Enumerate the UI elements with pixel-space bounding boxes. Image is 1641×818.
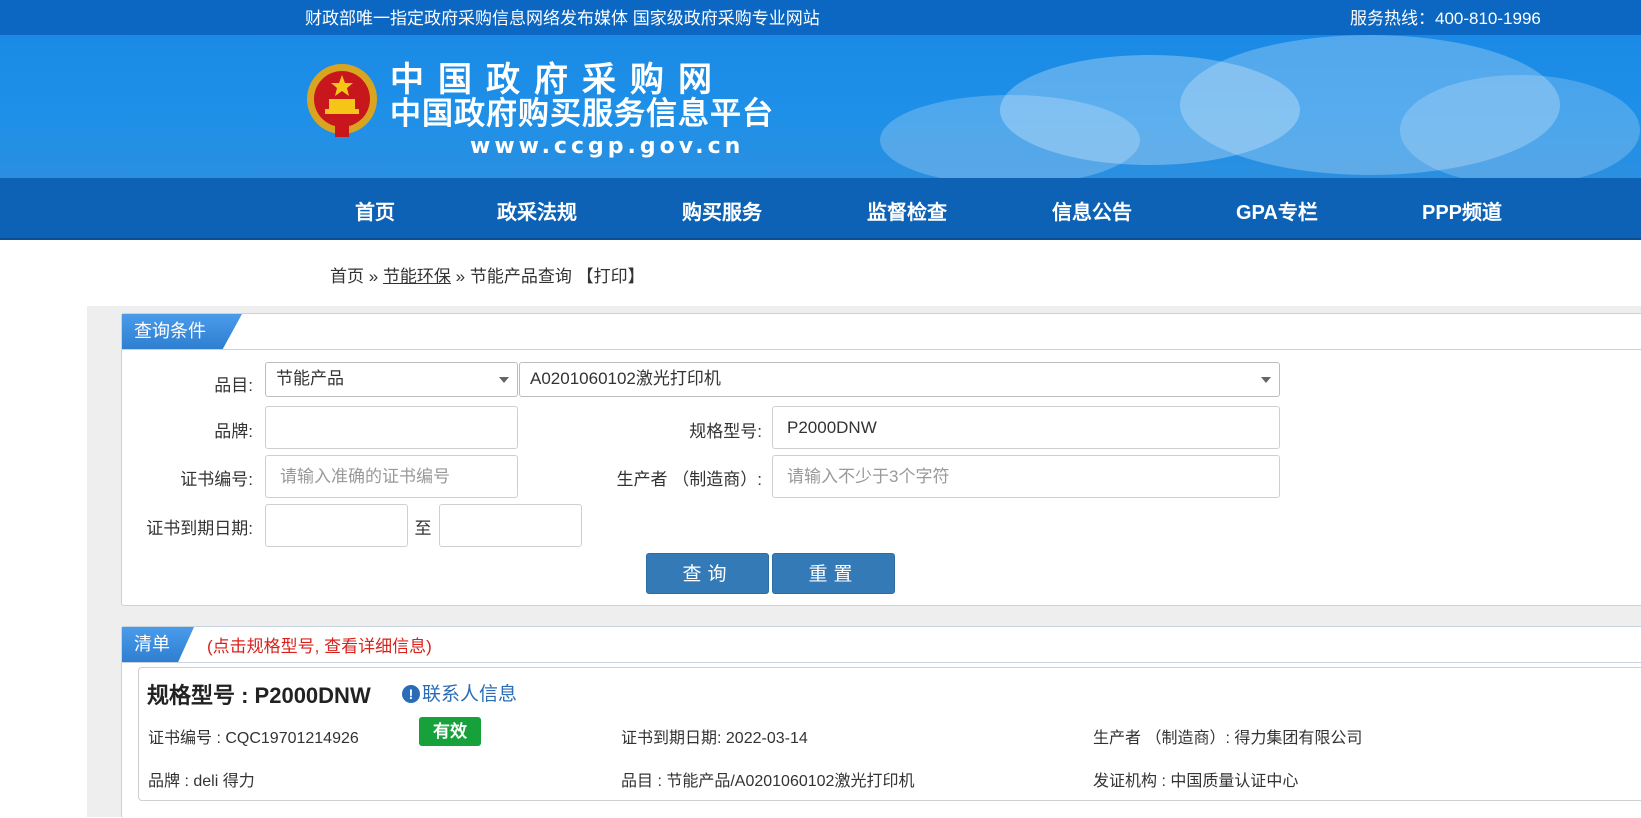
site-title-line2: 中国政府购买服务信息平台 (390, 96, 774, 132)
reset-button[interactable]: 重置 (772, 553, 895, 594)
expiry-start-input[interactable] (265, 504, 408, 547)
site-title: 中国政府采购网 中国政府购买服务信息平台 www.ccgp.gov.cn (390, 63, 774, 158)
category-label: 品目: (214, 376, 253, 395)
result-cert-number: 证书编号 : CQC19701214926 (148, 730, 359, 747)
nav-item-supervision[interactable]: 监督检查 (867, 196, 947, 225)
subcategory-select[interactable]: A0201060102激光打印机 (519, 362, 1280, 397)
national-emblem-icon (305, 61, 379, 139)
service-hotline: 服务热线：400-810-1996 (1350, 9, 1541, 28)
results-hint: (点击规格型号, 查看详细信息) (207, 637, 432, 656)
expiry-end-input[interactable] (439, 504, 582, 547)
query-tab: 查询条件 (122, 314, 242, 349)
breadcrumb: 首页 » 节能环保 » 节能产品查询 【打印】 (330, 262, 645, 287)
date-range-separator: 至 (414, 519, 432, 538)
breadcrumb-section[interactable]: 节能环保 (383, 267, 451, 286)
info-icon: ! (402, 685, 420, 703)
query-panel-header: 查询条件 (122, 314, 1641, 350)
chevron-down-icon (1261, 377, 1271, 383)
nav-item-services[interactable]: 购买服务 (682, 196, 762, 225)
breadcrumb-home[interactable]: 首页 (330, 267, 364, 286)
nav-item-notices[interactable]: 信息公告 (1052, 196, 1132, 225)
manufacturer-label: 生产者 （制造商）: (616, 470, 762, 489)
site-url: www.ccgp.gov.cn (470, 134, 745, 159)
main-nav: 首页 政采法规 购买服务 监督检查 信息公告 GPA专栏 PPP频道 (0, 178, 1641, 240)
chevron-down-icon (499, 377, 509, 383)
contact-info-link[interactable]: ! 联系人信息 (402, 679, 517, 706)
search-button[interactable]: 查询 (646, 553, 769, 594)
category-select[interactable]: 节能产品 (265, 362, 518, 397)
contact-info-label: 联系人信息 (422, 684, 518, 705)
result-expiry-date: 证书到期日期: 2022-03-14 (621, 730, 808, 747)
site-banner: 中国政府采购网 中国政府购买服务信息平台 www.ccgp.gov.cn (0, 35, 1641, 178)
result-manufacturer: 生产者 （制造商）: 得力集团有限公司 (1093, 730, 1363, 747)
breadcrumb-separator: » (455, 267, 466, 286)
status-badge: 有效 (419, 717, 481, 746)
cloud-decoration (1400, 75, 1640, 178)
manufacturer-input[interactable] (772, 455, 1280, 498)
nav-item-regulations[interactable]: 政采法规 (497, 196, 577, 225)
brand-label: 品牌: (214, 422, 253, 441)
site-slogan: 财政部唯一指定政府采购信息网络发布媒体 国家级政府采购专业网站 (305, 9, 820, 28)
result-category: 品目 : 节能产品/A0201060102激光打印机 (621, 773, 915, 790)
breadcrumb-current: 节能产品查询 (469, 267, 572, 286)
nav-item-home[interactable]: 首页 (355, 196, 395, 225)
brand-input[interactable] (265, 406, 518, 449)
print-link[interactable]: 【打印】 (577, 267, 645, 286)
nav-item-gpa[interactable]: GPA专栏 (1236, 196, 1318, 225)
model-label: 规格型号: (689, 422, 762, 441)
top-bar: 财政部唯一指定政府采购信息网络发布媒体 国家级政府采购专业网站 服务热线：400… (0, 0, 1641, 35)
result-model-link[interactable]: 规格型号 : P2000DNW (147, 678, 371, 710)
cert-number-label: 证书编号: (180, 470, 253, 489)
model-input[interactable] (772, 406, 1280, 449)
breadcrumb-separator: » (368, 267, 379, 286)
results-tab: 清单 (122, 627, 194, 662)
result-issuer: 发证机构 : 中国质量认证中心 (1093, 773, 1299, 790)
expiry-date-label: 证书到期日期: (146, 519, 253, 538)
site-title-line1: 中国政府采购网 (390, 60, 726, 100)
category-select-value: 节能产品 (276, 369, 344, 388)
result-brand: 品牌 : deli 得力 (148, 773, 255, 790)
subcategory-select-value: A0201060102激光打印机 (530, 369, 721, 388)
cert-number-input[interactable] (265, 455, 518, 498)
nav-item-ppp[interactable]: PPP频道 (1422, 196, 1502, 225)
